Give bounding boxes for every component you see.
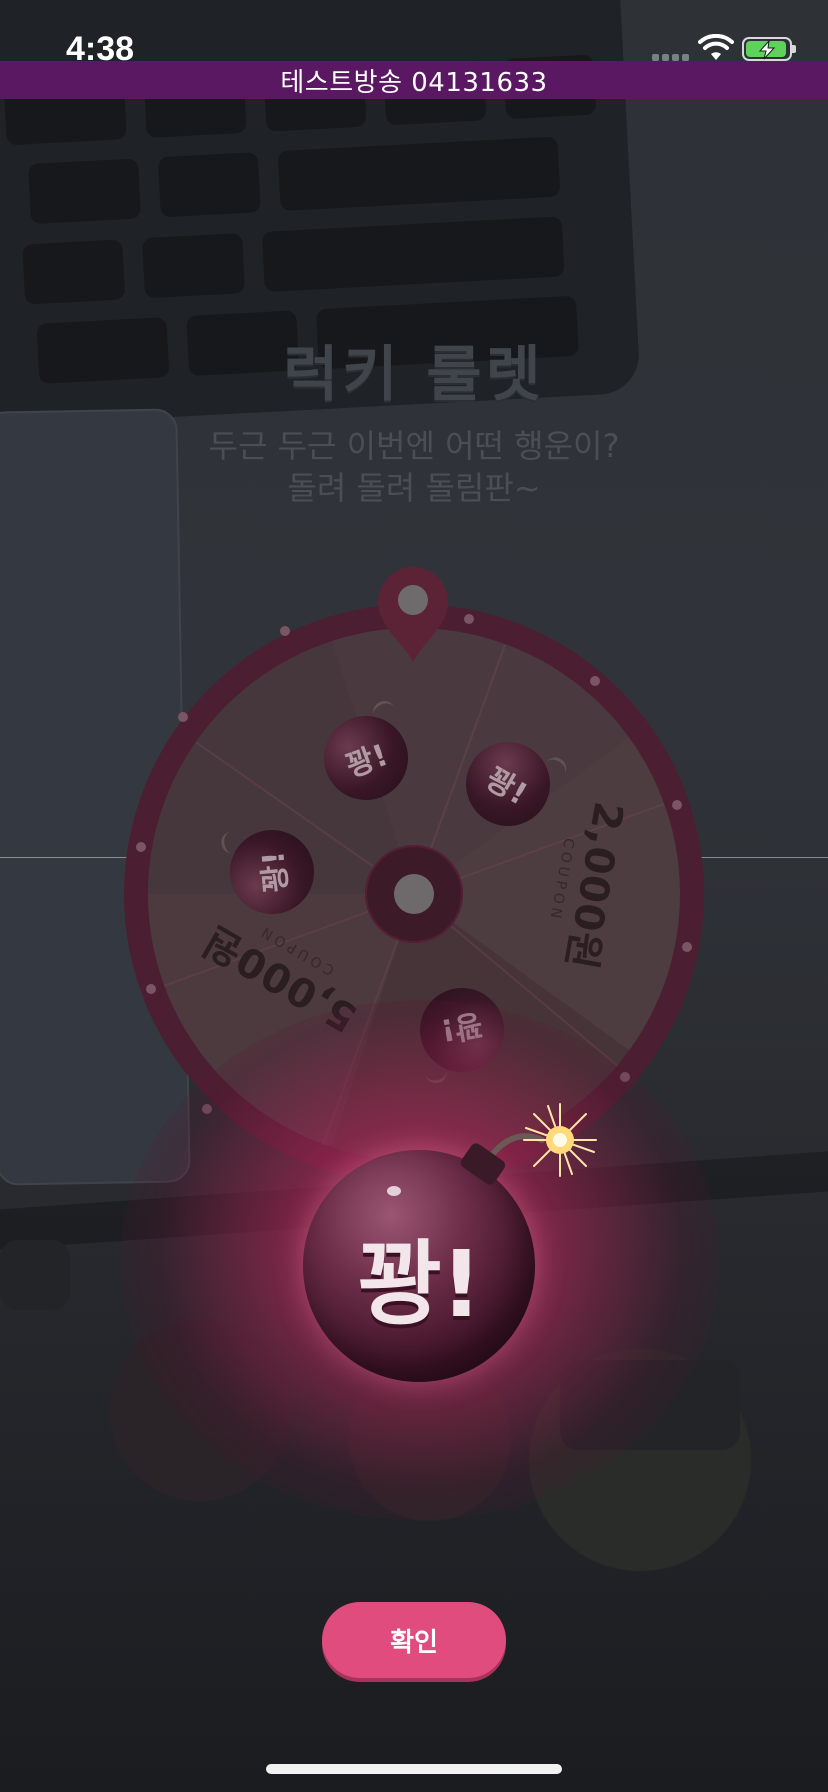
result-bomb: 꽝! xyxy=(303,1141,535,1382)
broadcast-title: 테스트방송 04131633 xyxy=(280,67,548,98)
battery-charging-icon xyxy=(742,37,796,61)
wheel-center-hub xyxy=(365,845,463,943)
location-pin-icon xyxy=(378,567,448,662)
home-indicator[interactable] xyxy=(266,1764,562,1774)
wifi-icon xyxy=(698,34,734,60)
subtitle-line: 두근 두근 이번엔 어떤 행운이? xyxy=(208,427,620,465)
subtitle-line: 돌려 돌려 돌림판~ xyxy=(287,469,541,507)
spark-icon xyxy=(523,1103,597,1177)
confirm-button[interactable]: 확인 xyxy=(322,1602,506,1678)
roulette-subtitle: 두근 두근 이번엔 어떤 행운이? 돌려 돌려 돌림판~ xyxy=(0,425,828,509)
cellular-signal-icon xyxy=(652,49,692,61)
roulette-title: 럭키 룰렛 xyxy=(283,340,545,410)
result-label: 꽝! xyxy=(357,1231,483,1338)
broadcast-banner: 테스트방송 04131633 xyxy=(0,61,828,99)
